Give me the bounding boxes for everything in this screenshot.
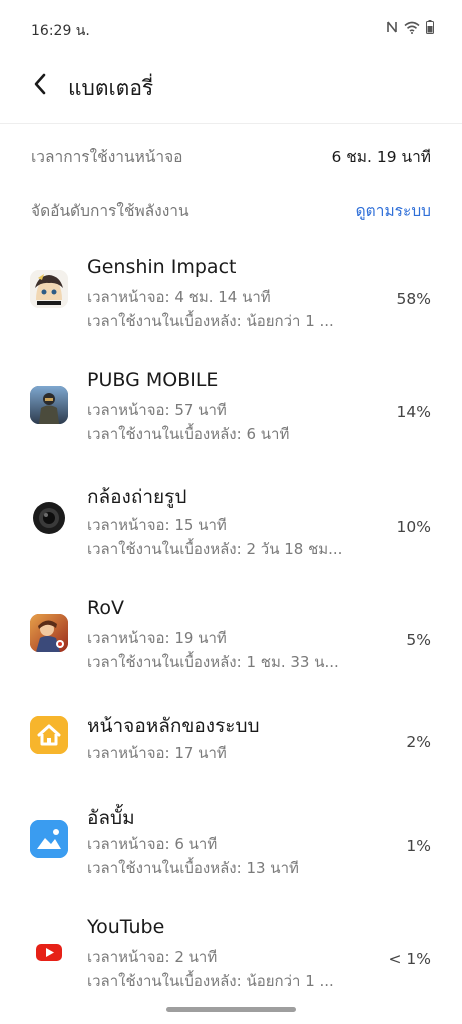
list-item[interactable]: Genshin Impact เวลาหน้าจอ: 4 ชม. 14 นาที…: [0, 256, 462, 336]
list-item[interactable]: PUBG MOBILE เวลาหน้าจอ: 57 นาที เวลาใช้ง…: [0, 369, 462, 449]
genshin-impact-icon: [30, 270, 68, 308]
app-percentage: 58%: [396, 290, 431, 308]
app-background-time: เวลาใช้งานในเบื้องหลัง: 13 นาที: [87, 859, 299, 877]
app-name: Genshin Impact: [87, 256, 237, 278]
app-name: YouTube: [87, 916, 165, 938]
back-button[interactable]: [26, 72, 54, 100]
view-by-system-link[interactable]: ดูตามระบบ: [356, 198, 431, 223]
app-percentage: 14%: [396, 403, 431, 421]
screen-time-row: เวลาการใช้งานหน้าจอ 6 ชม. 19 นาที: [31, 142, 431, 170]
list-item[interactable]: อัลบั้ม เวลาหน้าจอ: 6 นาที เวลาใช้งานในเ…: [0, 803, 462, 883]
list-item[interactable]: YouTube เวลาหน้าจอ: 2 นาที เวลาใช้งานในเ…: [0, 916, 462, 996]
page-title: แบตเตอรี่: [68, 76, 154, 100]
app-percentage: 5%: [406, 631, 431, 649]
list-item[interactable]: หน้าจอหลักของระบบ เวลาหน้าจอ: 17 นาที 2%: [0, 711, 462, 767]
app-screen-time: เวลาหน้าจอ: 19 นาที: [87, 629, 227, 647]
pubg-mobile-icon: [30, 386, 68, 424]
app-percentage: < 1%: [388, 950, 431, 968]
status-bar: 16:29 น.: [0, 0, 462, 60]
app-background-time: เวลาใช้งานในเบื้องหลัง: 1 ชม. 33 น...: [87, 653, 339, 671]
battery-icon: [426, 19, 434, 38]
app-screen-time: เวลาหน้าจอ: 57 นาที: [87, 401, 227, 419]
app-screen-time: เวลาหน้าจอ: 15 นาที: [87, 516, 227, 534]
app-name: หน้าจอหลักของระบบ: [87, 715, 260, 737]
sort-row: จัดอันดับการใช้พลังงาน ดูตามระบบ: [31, 196, 431, 224]
app-background-time: เวลาใช้งานในเบื้องหลัง: 6 นาที: [87, 425, 290, 443]
app-screen-time: เวลาหน้าจอ: 4 ชม. 14 นาที: [87, 288, 271, 306]
app-background-time: เวลาใช้งานในเบื้องหลัง: 2 วัน 18 ชม...: [87, 540, 343, 558]
app-percentage: 10%: [396, 518, 431, 536]
app-percentage: 1%: [406, 837, 431, 855]
rov-icon: [30, 614, 68, 652]
youtube-icon: [30, 933, 68, 971]
status-time: 16:29 น.: [31, 23, 90, 39]
app-background-time: เวลาใช้งานในเบื้องหลัง: น้อยกว่า 1 ...: [87, 312, 334, 330]
back-arrow-icon: [33, 73, 47, 99]
app-name: อัลบั้ม: [87, 807, 135, 829]
screen-time-value: 6 ชม. 19 นาที: [331, 147, 431, 166]
home-icon: [30, 716, 68, 754]
app-background-time: เวลาใช้งานในเบื้องหลัง: น้อยกว่า 1 ...: [87, 972, 334, 990]
app-name: กล้องถ่ายรูป: [87, 486, 187, 508]
app-screen-time: เวลาหน้าจอ: 6 นาที: [87, 835, 218, 853]
app-name: RoV: [87, 597, 124, 619]
app-screen-time: เวลาหน้าจอ: 17 นาที: [87, 744, 227, 762]
screen-time-label: เวลาการใช้งานหน้าจอ: [31, 147, 183, 166]
header: แบตเตอรี่: [0, 60, 462, 124]
home-indicator[interactable]: [166, 1007, 296, 1012]
sort-label: จัดอันดับการใช้พลังงาน: [31, 201, 189, 220]
camera-icon: [30, 499, 68, 537]
app-percentage: 2%: [406, 733, 431, 751]
status-icons: [386, 19, 434, 38]
list-item[interactable]: RoV เวลาหน้าจอ: 19 นาที เวลาใช้งานในเบื้…: [0, 597, 462, 677]
album-icon: [30, 820, 68, 858]
wifi-icon: [404, 19, 420, 38]
nfc-icon: [386, 19, 398, 38]
app-screen-time: เวลาหน้าจอ: 2 นาที: [87, 948, 218, 966]
list-item[interactable]: กล้องถ่ายรูป เวลาหน้าจอ: 15 นาที เวลาใช้…: [0, 482, 462, 562]
app-name: PUBG MOBILE: [87, 369, 219, 391]
